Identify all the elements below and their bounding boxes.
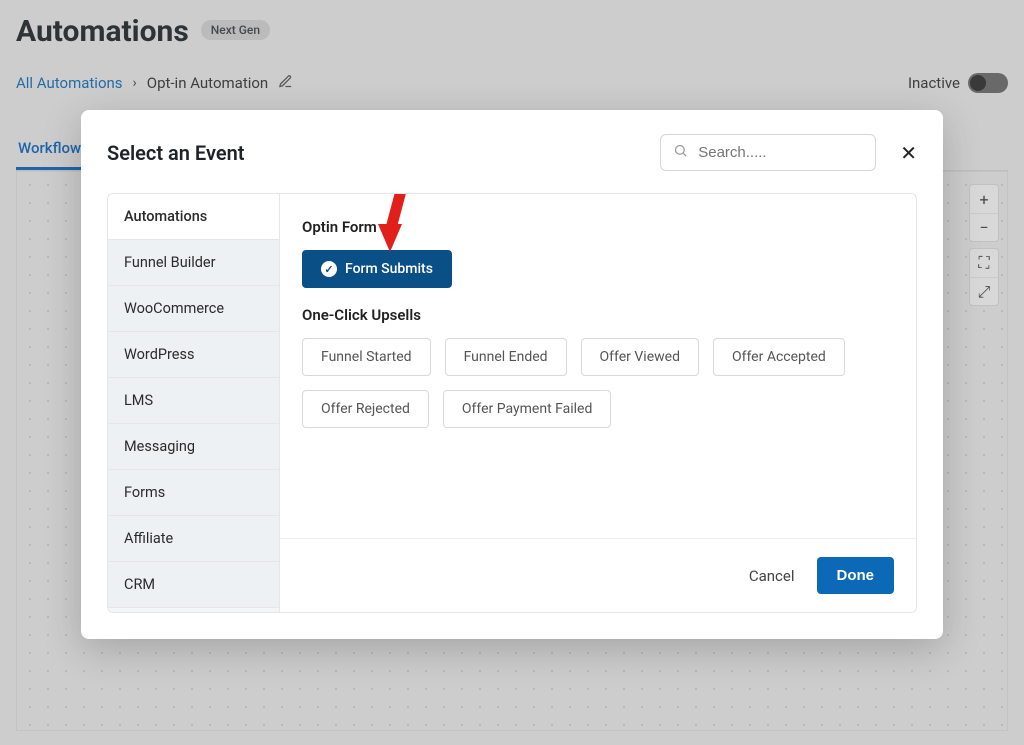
select-event-modal: Select an Event ✕ Automations Funnel Bui… xyxy=(81,110,943,639)
category-automations[interactable]: Automations xyxy=(108,194,279,240)
category-woocommerce[interactable]: WooCommerce xyxy=(108,286,279,332)
category-lms[interactable]: LMS xyxy=(108,378,279,424)
event-funnel-started[interactable]: Funnel Started xyxy=(302,338,431,376)
category-sidebar: Automations Funnel Builder WooCommerce W… xyxy=(108,194,280,612)
event-form-submits-label: Form Submits xyxy=(345,261,433,277)
search-icon xyxy=(673,143,688,162)
check-icon: ✓ xyxy=(321,261,337,277)
category-affiliate[interactable]: Affiliate xyxy=(108,516,279,562)
event-offer-payment-failed[interactable]: Offer Payment Failed xyxy=(443,390,611,428)
search-input[interactable] xyxy=(696,143,863,162)
event-funnel-ended[interactable]: Funnel Ended xyxy=(445,338,567,376)
search-input-wrapper[interactable] xyxy=(660,134,876,171)
event-offer-rejected[interactable]: Offer Rejected xyxy=(302,390,429,428)
modal-overlay: Select an Event ✕ Automations Funnel Bui… xyxy=(0,0,1024,745)
category-messaging[interactable]: Messaging xyxy=(108,424,279,470)
done-button[interactable]: Done xyxy=(817,557,895,594)
modal-footer: Cancel Done xyxy=(280,538,916,612)
event-offer-viewed[interactable]: Offer Viewed xyxy=(581,338,699,376)
group-upsells-title: One-Click Upsells xyxy=(302,306,894,324)
category-funnel-builder[interactable]: Funnel Builder xyxy=(108,240,279,286)
cancel-button[interactable]: Cancel xyxy=(749,567,795,585)
event-pane: Optin Form ✓ Form Submits One-Click Upse… xyxy=(280,194,916,538)
close-icon[interactable]: ✕ xyxy=(900,141,917,165)
event-form-submits[interactable]: ✓ Form Submits xyxy=(302,250,452,288)
category-wordpress[interactable]: WordPress xyxy=(108,332,279,378)
group-optin-title: Optin Form xyxy=(302,218,894,236)
event-offer-accepted[interactable]: Offer Accepted xyxy=(713,338,845,376)
category-crm[interactable]: CRM xyxy=(108,562,279,608)
modal-title: Select an Event xyxy=(107,141,245,165)
category-forms[interactable]: Forms xyxy=(108,470,279,516)
